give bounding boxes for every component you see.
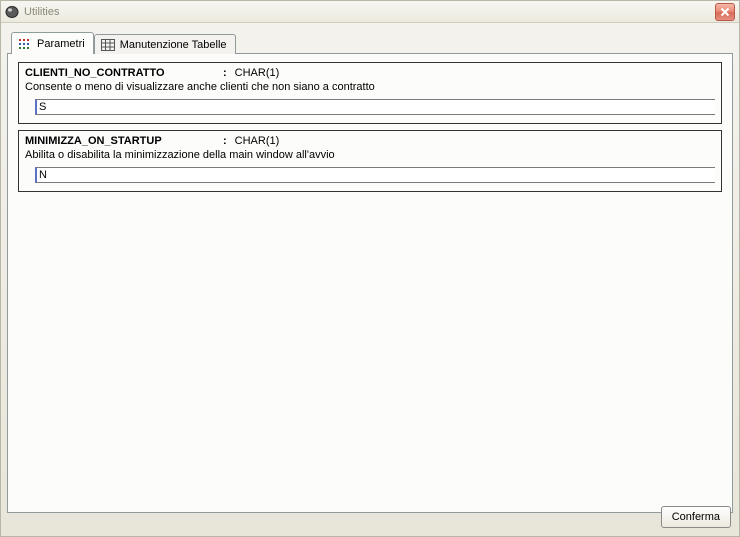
tab-panel-parametri: CLIENTI_NO_CONTRATTO : CHAR(1) Consente … [7,53,733,513]
param-colon: : [223,135,227,147]
confirm-button[interactable]: Conferma [661,506,731,528]
param-name: CLIENTI_NO_CONTRATTO [25,67,215,79]
param-box-clienti-no-contratto: CLIENTI_NO_CONTRATTO : CHAR(1) Consente … [18,62,722,124]
tab-label: Parametri [37,38,85,50]
param-type: CHAR(1) [235,67,280,79]
tab-label: Manutenzione Tabelle [120,39,227,51]
param-header: MINIMIZZA_ON_STARTUP : CHAR(1) [25,135,715,147]
close-icon [720,7,730,17]
tab-manutenzione-tabelle[interactable]: Manutenzione Tabelle [94,34,236,54]
param-colon: : [223,67,227,79]
client-area: Parametri Manutenzione Tabelle [1,23,739,536]
grid-dots-icon [18,38,32,50]
param-value-input[interactable] [35,167,715,183]
param-value-input[interactable] [35,99,715,115]
param-header: CLIENTI_NO_CONTRATTO : CHAR(1) [25,67,715,79]
window-title: Utilities [24,6,59,18]
param-box-minimizza-on-startup: MINIMIZZA_ON_STARTUP : CHAR(1) Abilita o… [18,130,722,192]
param-description: Consente o meno di visualizzare anche cl… [25,81,715,93]
tabstrip: Parametri Manutenzione Tabelle [11,29,733,54]
tab-parametri[interactable]: Parametri [11,32,94,54]
titlebar: Utilities [1,1,739,23]
close-button[interactable] [715,3,735,21]
param-description: Abilita o disabilita la minimizzazione d… [25,149,715,161]
param-name: MINIMIZZA_ON_STARTUP [25,135,215,147]
app-icon [5,5,19,19]
param-type: CHAR(1) [235,135,280,147]
table-icon [101,39,115,51]
utilities-window: Utilities Parametri [0,0,740,537]
